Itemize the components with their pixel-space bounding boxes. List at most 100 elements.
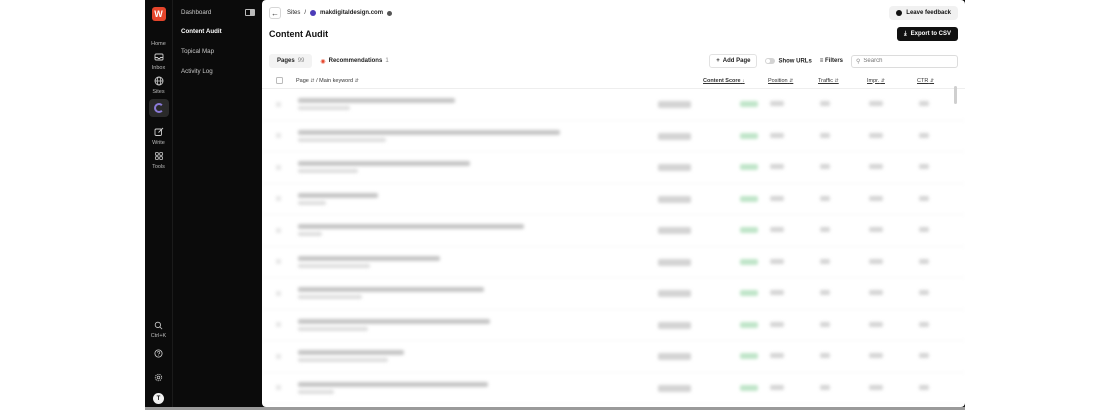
column-traffic[interactable]: Traffic ⇵ bbox=[818, 78, 839, 84]
row-status-badge[interactable] bbox=[658, 384, 691, 392]
table-row[interactable] bbox=[262, 184, 965, 215]
row-status-badge[interactable] bbox=[658, 290, 691, 297]
row-checkbox[interactable] bbox=[276, 227, 281, 233]
row-metric-cell bbox=[820, 384, 830, 390]
back-button[interactable]: ← bbox=[269, 7, 281, 19]
export-csv-button[interactable]: ⤓ Export to CSV bbox=[897, 27, 958, 41]
filters-button[interactable]: ≡ Filters bbox=[820, 58, 843, 64]
settings-icon[interactable] bbox=[154, 369, 163, 387]
rail-item-home[interactable]: Home bbox=[150, 26, 168, 47]
row-status-badge[interactable] bbox=[658, 258, 691, 266]
nav-item-dashboard[interactable]: Dashboard bbox=[181, 9, 211, 16]
row-checkbox[interactable] bbox=[276, 164, 281, 170]
rail-item-inbox[interactable]: Inbox bbox=[150, 50, 168, 71]
row-status-badge[interactable] bbox=[658, 101, 691, 108]
info-icon[interactable] bbox=[387, 10, 393, 16]
rail-item-sites[interactable]: Sites bbox=[150, 74, 168, 95]
row-checkbox[interactable] bbox=[276, 196, 281, 202]
tab-pages-label: Pages bbox=[277, 58, 295, 64]
table-row[interactable] bbox=[262, 215, 965, 247]
column-impr[interactable]: Impr. ⇵ bbox=[867, 78, 885, 84]
row-metric-cell bbox=[869, 195, 883, 201]
row-checkbox[interactable] bbox=[276, 322, 281, 328]
table-row[interactable] bbox=[262, 341, 965, 373]
plus-icon: + bbox=[716, 58, 720, 64]
table-row[interactable] bbox=[262, 89, 965, 121]
collapse-sidebar-icon[interactable] bbox=[245, 9, 255, 16]
toggle-switch-icon bbox=[765, 57, 776, 64]
rail-item-tools[interactable]: Tools bbox=[150, 149, 168, 170]
column-content-score[interactable]: Content Score ↓ bbox=[703, 78, 745, 84]
row-status-badge[interactable] bbox=[658, 164, 691, 171]
row-checkbox[interactable] bbox=[276, 385, 281, 391]
row-metric-cell bbox=[869, 164, 883, 169]
row-metric-cell bbox=[919, 384, 929, 390]
row-metric-cell bbox=[919, 101, 929, 106]
tab-pages[interactable]: Pages 99 bbox=[269, 54, 313, 68]
tab-recommendations[interactable]: ◉ Recommendations 1 bbox=[312, 54, 396, 68]
row-page-title[interactable] bbox=[298, 129, 560, 135]
row-checkbox[interactable] bbox=[276, 353, 281, 359]
nav-item-activity-log[interactable]: Activity Log bbox=[173, 61, 261, 81]
chat-bubble-icon bbox=[896, 10, 903, 16]
app-logo[interactable]: W bbox=[151, 7, 166, 21]
table-row[interactable] bbox=[262, 152, 965, 184]
window-shadow bbox=[145, 407, 965, 410]
table-scrollbar[interactable] bbox=[954, 86, 957, 104]
row-status-badge[interactable] bbox=[658, 353, 691, 360]
column-ctr[interactable]: CTR ⇵ bbox=[917, 78, 934, 84]
row-status-badge[interactable] bbox=[658, 132, 691, 140]
table-row[interactable] bbox=[262, 278, 965, 310]
row-metric-cell bbox=[820, 227, 830, 232]
toolbar-actions: + Add Page Show URLs ≡ Filters ⚲ bbox=[709, 54, 958, 68]
table-row[interactable] bbox=[262, 373, 965, 404]
row-checkbox[interactable] bbox=[276, 290, 281, 296]
row-metric-cell bbox=[820, 353, 830, 358]
column-position[interactable]: Position ⇵ bbox=[768, 78, 793, 84]
leave-feedback-label: Leave feedback bbox=[906, 10, 951, 16]
row-status-badge[interactable] bbox=[658, 195, 691, 203]
row-checkbox[interactable] bbox=[276, 133, 281, 139]
row-checkbox[interactable] bbox=[276, 101, 281, 107]
nav-item-content-audit[interactable]: Content Audit bbox=[173, 21, 261, 41]
current-site-button[interactable] bbox=[148, 99, 169, 117]
breadcrumb-root[interactable]: Sites bbox=[287, 10, 300, 16]
row-page-title[interactable] bbox=[298, 381, 488, 387]
breadcrumb-site[interactable]: makdigitaldesign.com bbox=[320, 10, 383, 16]
search-input[interactable] bbox=[863, 58, 953, 64]
row-page-title[interactable] bbox=[298, 161, 470, 166]
rail-item-write[interactable]: Write bbox=[150, 125, 168, 146]
row-metric-cell bbox=[919, 195, 929, 201]
row-page-title[interactable] bbox=[298, 287, 484, 292]
table-toolbar: Pages 99 ◉ Recommendations 1 + Add Page … bbox=[262, 49, 965, 73]
row-metric-cell bbox=[869, 321, 883, 327]
row-metric-cell bbox=[770, 101, 784, 106]
avatar[interactable]: T bbox=[153, 393, 164, 404]
add-page-button[interactable]: + Add Page bbox=[709, 54, 758, 68]
search-button[interactable]: Ctrl+K bbox=[150, 318, 168, 339]
sort-icon: ⇵ bbox=[834, 77, 839, 84]
select-all-checkbox[interactable] bbox=[276, 77, 283, 84]
row-metric-cell bbox=[820, 195, 830, 201]
row-page-title[interactable] bbox=[298, 255, 440, 261]
row-status-badge[interactable] bbox=[658, 321, 691, 329]
table-row[interactable] bbox=[262, 247, 965, 278]
table-row[interactable] bbox=[262, 121, 965, 152]
row-metric-cell bbox=[869, 384, 883, 390]
arrow-left-icon: ← bbox=[271, 8, 279, 18]
row-page-title[interactable] bbox=[298, 98, 455, 103]
row-page-title[interactable] bbox=[298, 224, 524, 229]
row-status-badge[interactable] bbox=[658, 227, 691, 234]
table-row[interactable] bbox=[262, 310, 965, 341]
row-page-title[interactable] bbox=[298, 192, 378, 198]
leave-feedback-button[interactable]: Leave feedback bbox=[889, 6, 958, 20]
search-field[interactable]: ⚲ bbox=[851, 54, 958, 68]
row-page-title[interactable] bbox=[298, 350, 404, 355]
column-page[interactable]: Page ⇵ / Main keyword ⇵ bbox=[296, 78, 359, 84]
row-page-title[interactable] bbox=[298, 318, 490, 324]
main-panel: ← Sites / makdigitaldesign.com Leave fee… bbox=[262, 0, 965, 407]
nav-item-topical-map[interactable]: Topical Map bbox=[173, 41, 261, 61]
show-urls-toggle[interactable]: Show URLs bbox=[765, 57, 812, 64]
help-icon[interactable] bbox=[154, 345, 163, 363]
row-checkbox[interactable] bbox=[276, 259, 281, 265]
